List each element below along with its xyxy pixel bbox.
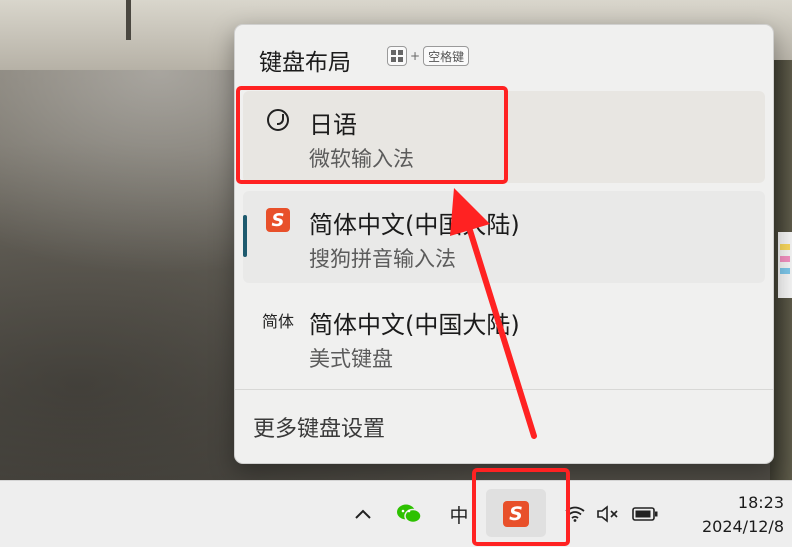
annotation-arrow [450,188,537,439]
